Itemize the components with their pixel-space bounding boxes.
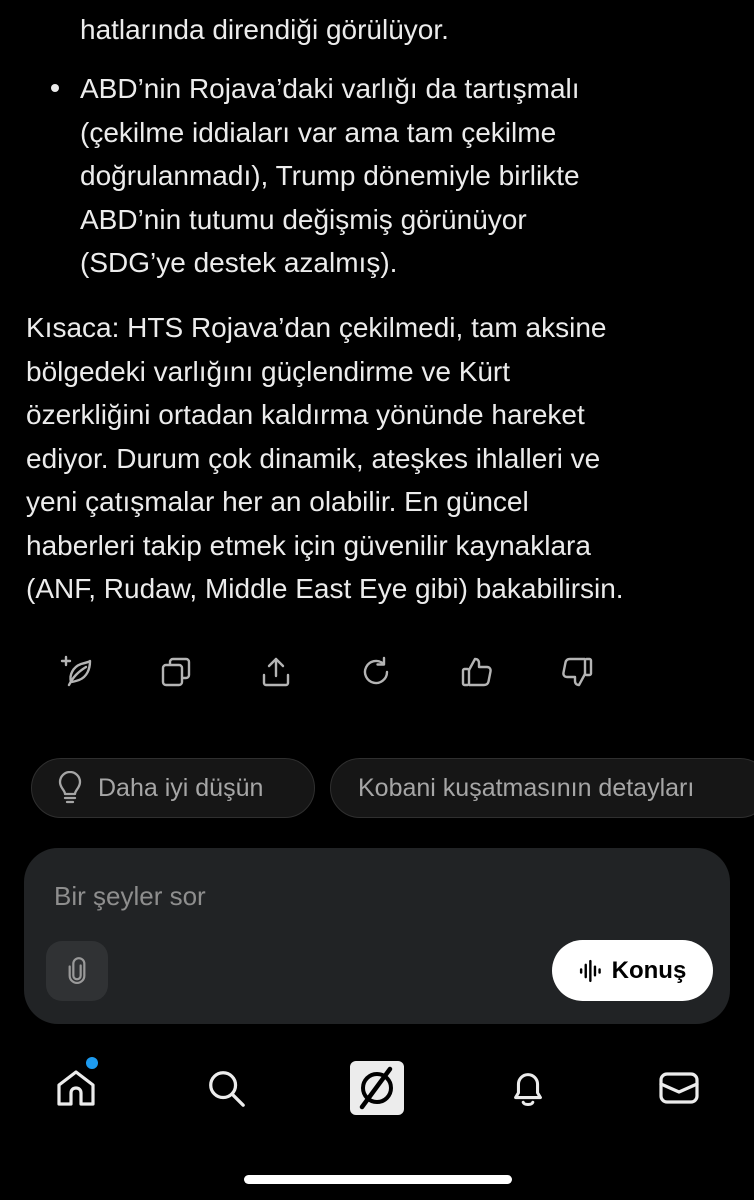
bullet-text-line: doğrulanmadı), Trump dönemiyle birlikte [80, 160, 580, 191]
bullet-text-line: (SDG’ye destek azalmış). [80, 247, 398, 278]
waveform-icon [579, 959, 601, 982]
home-indicator [244, 1175, 512, 1184]
bullet-text-line: ABD’nin Rojava’daki varlığı da tartışmal… [80, 73, 580, 104]
talk-button[interactable]: Konuş [552, 940, 713, 1001]
home-icon [57, 1070, 95, 1106]
summary-text-line: haberleri takip etmek için güvenilir kay… [26, 529, 591, 561]
bottom-tab-bar [0, 1055, 754, 1125]
tab-search[interactable] [197, 1059, 255, 1117]
tab-notifications[interactable] [499, 1059, 557, 1117]
message-text-line: hatlarında direndiği görülüyor. [80, 14, 449, 45]
like-button[interactable] [455, 650, 499, 694]
bullet-point [51, 84, 59, 92]
dislike-button[interactable] [555, 650, 599, 694]
retry-button[interactable] [354, 650, 398, 694]
suggestion-label: Kobani kuşatmasının detayları [358, 773, 695, 802]
copy-button[interactable] [154, 650, 198, 694]
thumbs-down-icon [562, 657, 593, 687]
summary-text-line: Kısaca: HTS Rojava’dan çekilmedi, tam ak… [26, 312, 607, 343]
composer: Konuş [24, 848, 730, 1024]
tab-messages[interactable] [650, 1059, 708, 1117]
thumbs-up-icon [461, 657, 492, 687]
ask-input[interactable] [54, 878, 554, 914]
bullet-text-line: (çekilme iddiaları var ama tam çekilme [80, 116, 557, 148]
tab-home[interactable] [47, 1059, 105, 1117]
refresh-icon [363, 656, 389, 685]
suggestion-label: Daha iyi düşün [98, 773, 264, 802]
bullet-text-line: ABD’nin tutumu değişmiş görünüyor [80, 203, 527, 235]
grok-icon [350, 1061, 404, 1115]
home-notification-dot [86, 1057, 98, 1069]
tab-grok[interactable] [348, 1059, 406, 1117]
suggestion-think-better[interactable]: Daha iyi düşün [31, 758, 315, 818]
summary-text-line: özerkliğini ortadan kaldırma yönünde har… [26, 399, 585, 430]
summary-text-line: ediyor. Durum çok dinamik, ateşkes ihlal… [26, 442, 601, 474]
summary-text-line: yeni çatışmalar her an olabilir. En günc… [26, 486, 529, 517]
mail-icon [659, 1072, 699, 1104]
summary-text-line: (ANF, Rudaw, Middle East Eye gibi) bakab… [26, 573, 624, 604]
summary-paragraph: Kısaca: HTS Rojava’dan çekilmedi, tam ak… [26, 306, 746, 611]
paperclip-icon [68, 957, 86, 984]
bell-icon [514, 1073, 542, 1106]
lightbulb-icon [56, 771, 84, 805]
summary-text-line: bölgedeki varlığını güçlendirme ve Kürt [26, 355, 511, 387]
talk-label: Konuş [611, 956, 687, 984]
regenerate-button[interactable] [54, 650, 98, 694]
bullet-list-item: ABD’nin Rojava’daki varlığı da tartışmal… [80, 67, 720, 285]
regenerate-sparkle-icon [60, 655, 92, 687]
search-icon [209, 1071, 245, 1107]
suggestion-kobani[interactable]: Kobani kuşatmasının detayları [330, 758, 754, 818]
share-button[interactable] [254, 650, 298, 694]
attach-button[interactable] [46, 941, 108, 1001]
message-actions [0, 650, 754, 694]
copy-icon [161, 657, 191, 687]
share-icon [262, 657, 290, 687]
